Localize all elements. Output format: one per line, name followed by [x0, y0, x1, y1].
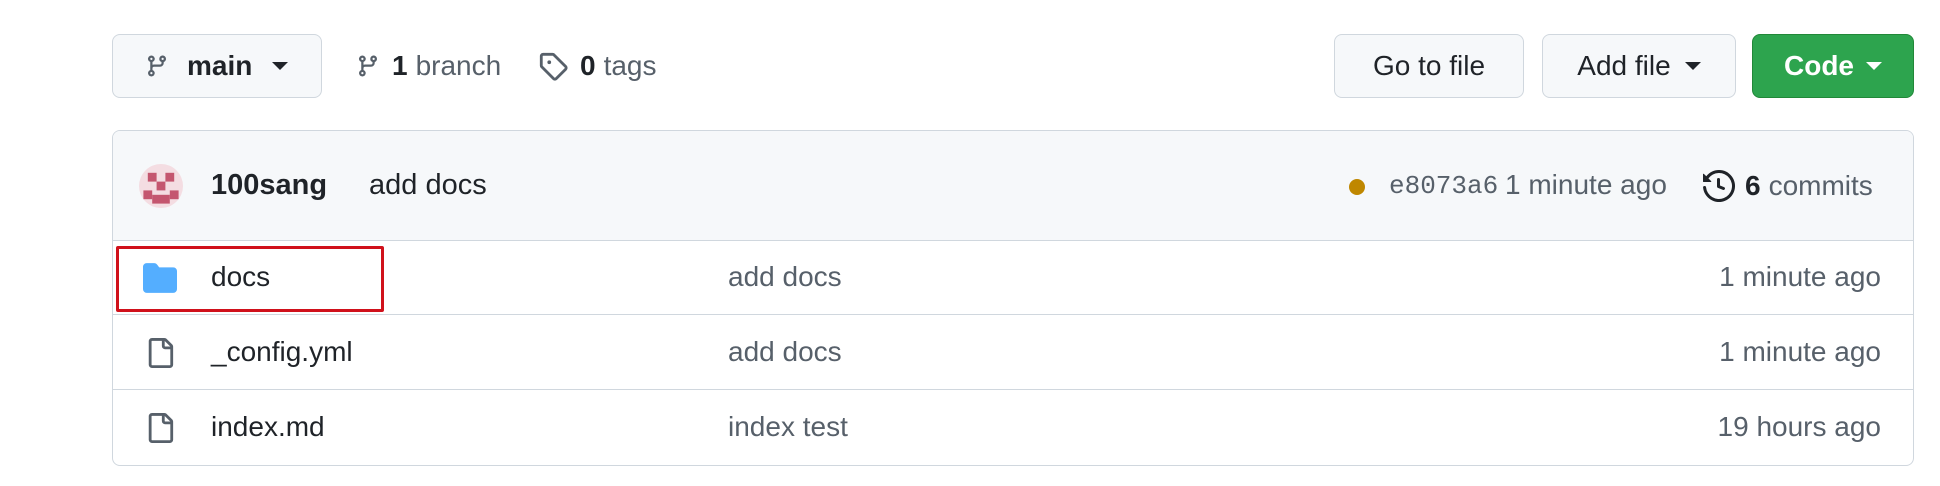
avatar[interactable]: [139, 164, 183, 208]
code-label: Code: [1784, 50, 1854, 81]
file-icon: [148, 338, 174, 368]
go-to-file-button[interactable]: Go to file: [1334, 34, 1524, 98]
highlight-annotation: [116, 246, 384, 312]
history-icon: [1703, 170, 1735, 202]
git-branch-icon: [147, 55, 166, 77]
commit-sha-link[interactable]: e8073a6: [1389, 171, 1498, 201]
code-button[interactable]: Code: [1752, 34, 1914, 98]
latest-commit-bar: 100sang add docs e8073a6 1 minute ago 6 …: [113, 131, 1913, 241]
file-commit-time: 1 minute ago: [1719, 261, 1881, 292]
tags-link[interactable]: 0 tags: [538, 34, 657, 98]
repo-file-browser: main 1 branch 0 tags Go to file Add file…: [0, 0, 1940, 486]
commit-label: commits: [1768, 170, 1873, 201]
chevron-down-icon: [272, 62, 289, 70]
branch-name: main: [187, 50, 253, 81]
commit-message-link[interactable]: add docs: [369, 169, 487, 202]
add-file-label: Add file: [1577, 50, 1671, 81]
status-indicator[interactable]: [1349, 179, 1365, 195]
file-name-link[interactable]: index.md: [211, 411, 325, 443]
tag-label: tags: [603, 50, 657, 81]
file-commit-message-link[interactable]: index test: [728, 411, 848, 443]
tag-icon: [539, 52, 568, 81]
branch-label: branch: [415, 50, 502, 81]
file-commit-time: 19 hours ago: [1717, 411, 1881, 442]
file-row[interactable]: _config.yml add docs 1 minute ago: [113, 316, 1913, 390]
chevron-down-icon: [1684, 62, 1701, 70]
file-icon: [148, 413, 174, 443]
go-to-file-label: Go to file: [1372, 50, 1486, 81]
git-branch-icon: [358, 55, 377, 77]
file-commit-message-link[interactable]: add docs: [728, 261, 842, 293]
commit-author-link[interactable]: 100sang: [211, 169, 327, 202]
file-commit-message-link[interactable]: add docs: [728, 336, 842, 368]
branches-link[interactable]: 1 branch: [356, 34, 501, 98]
commit-time: 1 minute ago: [1505, 169, 1667, 200]
branch-select-button[interactable]: main: [112, 34, 322, 98]
branch-count: 1: [392, 50, 408, 81]
file-name-link[interactable]: _config.yml: [211, 336, 353, 368]
chevron-down-icon: [1866, 62, 1882, 70]
add-file-button[interactable]: Add file: [1542, 34, 1736, 98]
file-row[interactable]: index.md index test 19 hours ago: [113, 391, 1913, 465]
tag-count: 0: [580, 50, 596, 81]
commits-history-link[interactable]: 6 commits: [1703, 161, 1873, 211]
commit-count: 6: [1745, 170, 1761, 201]
file-commit-time: 1 minute ago: [1719, 336, 1881, 367]
